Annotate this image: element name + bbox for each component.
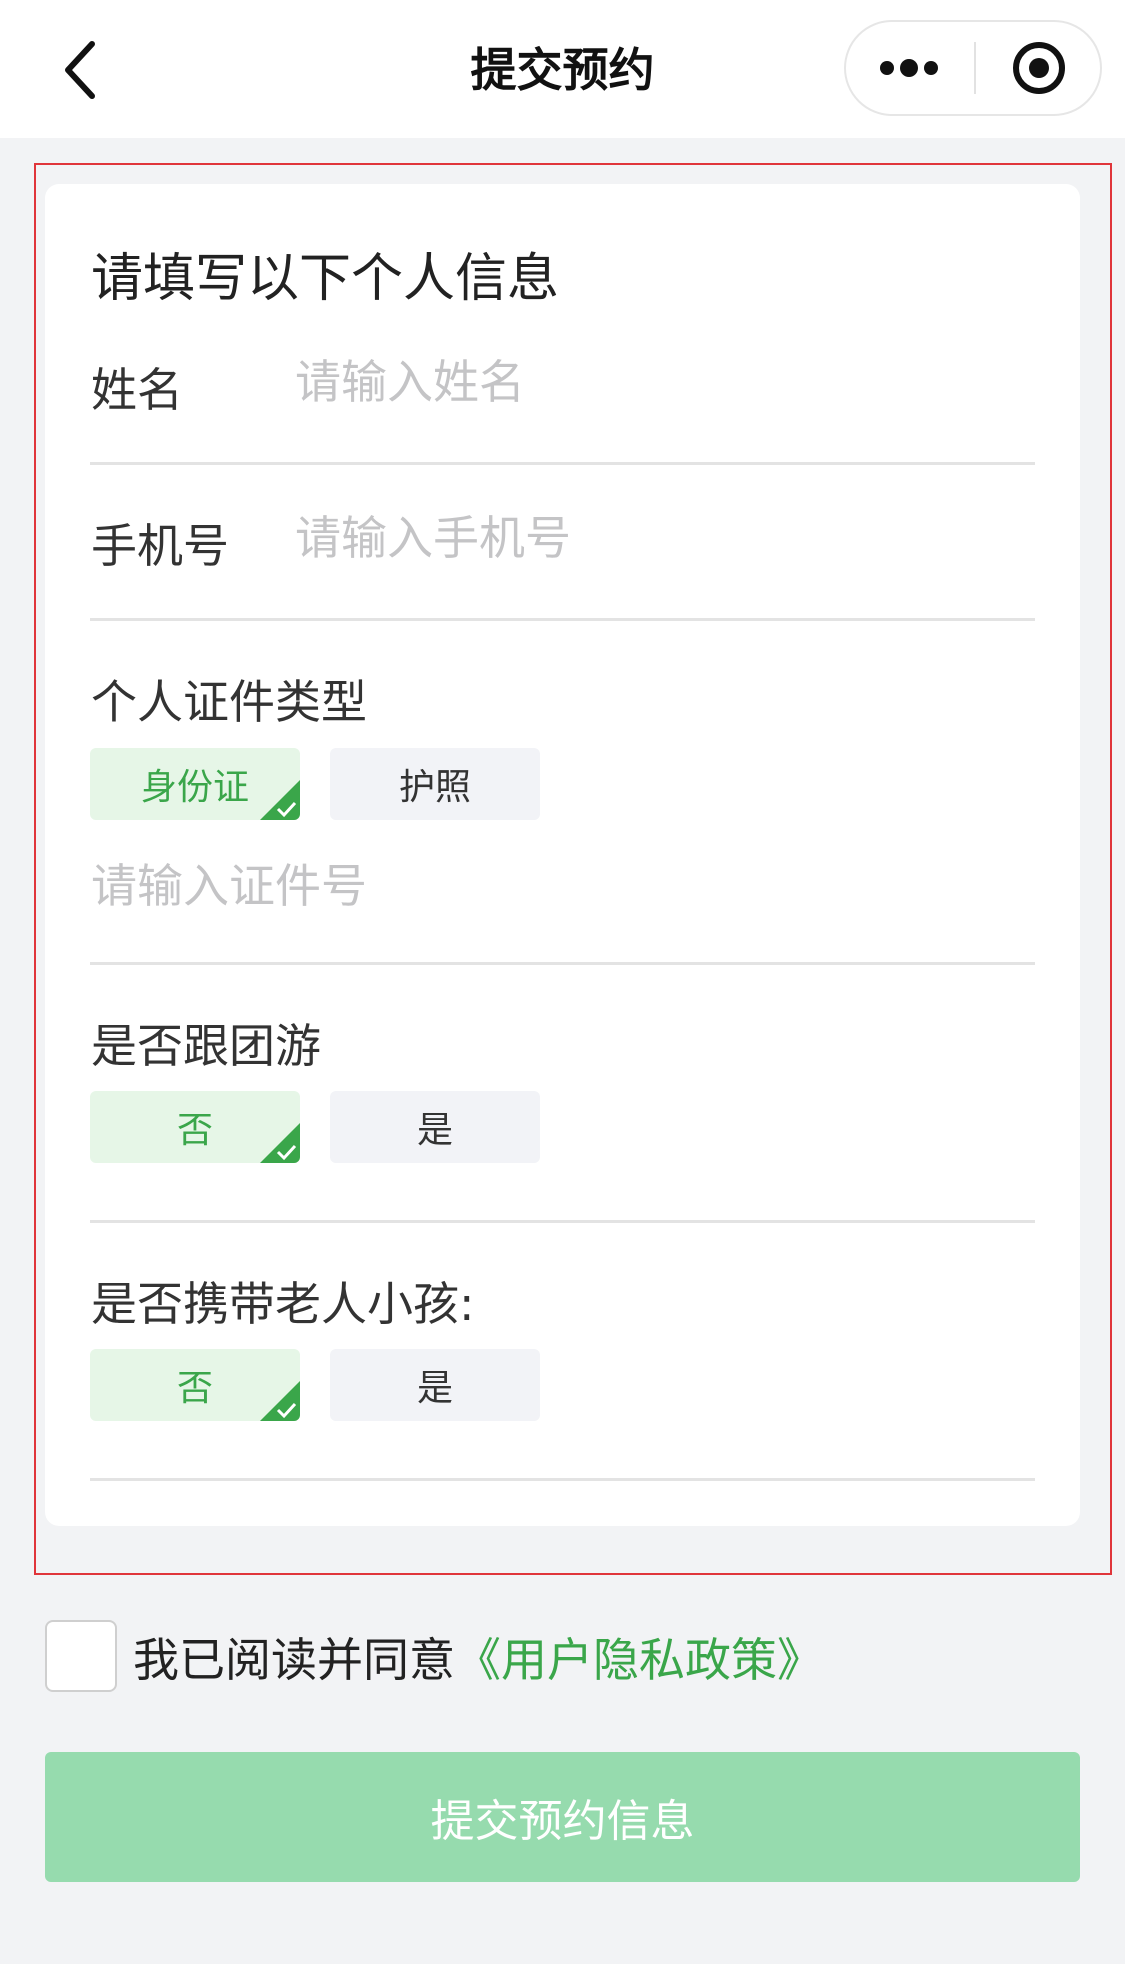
divider bbox=[90, 618, 1035, 621]
agreement-label: 我已阅读并同意 bbox=[133, 1633, 455, 1687]
option-label: 护照 bbox=[398, 767, 471, 808]
option-label: 是 bbox=[416, 1368, 453, 1409]
agreement-checkbox[interactable] bbox=[45, 1620, 117, 1692]
phone-input[interactable] bbox=[295, 500, 995, 576]
group-tour-option-no[interactable]: 否 bbox=[90, 1091, 300, 1163]
name-input[interactable] bbox=[295, 344, 995, 420]
id-type-label: 个人证件类型 bbox=[91, 675, 367, 729]
id-number-input[interactable] bbox=[91, 848, 991, 924]
check-icon bbox=[276, 801, 297, 818]
phone-label: 手机号 bbox=[91, 519, 229, 573]
more-button[interactable] bbox=[846, 22, 972, 114]
nav-bar: 提交预约 bbox=[0, 0, 1125, 138]
form-card: 请填写以下个人信息 姓名 手机号 个人证件类型 身份证 护照 是否跟团游 否 是… bbox=[45, 184, 1080, 1526]
option-label: 否 bbox=[176, 1110, 213, 1151]
elderly-kids-option-yes[interactable]: 是 bbox=[330, 1349, 540, 1421]
check-icon bbox=[276, 1402, 297, 1419]
submit-button[interactable]: 提交预约信息 bbox=[45, 1752, 1080, 1882]
form-title: 请填写以下个人信息 bbox=[91, 249, 560, 309]
divider bbox=[90, 1220, 1035, 1223]
check-icon bbox=[276, 1144, 297, 1161]
id-type-option-passport[interactable]: 护照 bbox=[330, 748, 540, 820]
divider bbox=[90, 962, 1035, 965]
close-miniprogram-button[interactable] bbox=[976, 22, 1102, 114]
divider bbox=[90, 462, 1035, 465]
option-label: 否 bbox=[176, 1368, 213, 1409]
agreement-text: 我已阅读并同意《用户隐私政策》 bbox=[133, 1624, 823, 1690]
mini-program-capsule bbox=[844, 20, 1102, 116]
more-dots-icon bbox=[880, 59, 938, 77]
privacy-policy-link[interactable]: 《用户隐私政策》 bbox=[455, 1633, 823, 1687]
group-tour-label: 是否跟团游 bbox=[91, 1019, 321, 1073]
elderly-kids-label: 是否携带老人小孩: bbox=[91, 1277, 475, 1331]
option-label: 是 bbox=[416, 1110, 453, 1151]
divider bbox=[90, 1478, 1035, 1481]
elderly-kids-option-no[interactable]: 否 bbox=[90, 1349, 300, 1421]
option-label: 身份证 bbox=[140, 767, 249, 808]
name-label: 姓名 bbox=[91, 363, 183, 417]
group-tour-option-yes[interactable]: 是 bbox=[330, 1091, 540, 1163]
id-type-option-idcard[interactable]: 身份证 bbox=[90, 748, 300, 820]
target-icon bbox=[1013, 42, 1065, 94]
